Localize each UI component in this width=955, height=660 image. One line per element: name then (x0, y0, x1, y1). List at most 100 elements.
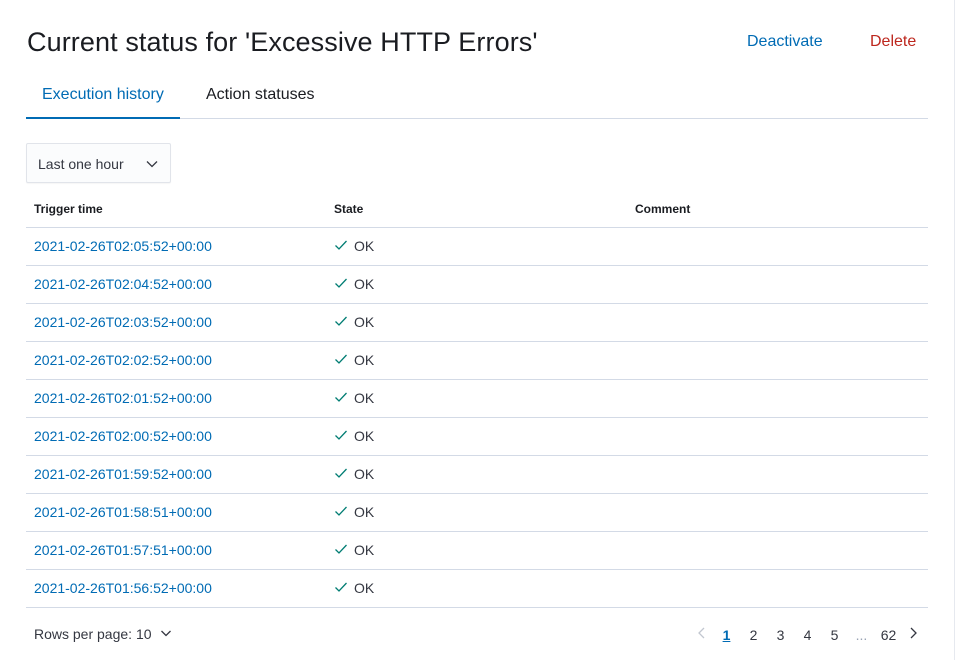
trigger-time-cell: 2021-02-26T02:03:52+00:00 (26, 303, 326, 342)
table-row: 2021-02-26T01:57:51+00:00 OK (26, 531, 928, 570)
table-header-row: Trigger time State Comment (26, 191, 928, 228)
pagination: 1 2 3 4 5... 62 (691, 626, 924, 643)
state-cell: OK (326, 341, 627, 380)
tab-bar: Execution history Action statuses (26, 76, 928, 119)
page-button-1[interactable]: 1 (713, 627, 740, 643)
flyout-panel: Current status for 'Excessive HTTP Error… (0, 0, 955, 660)
table-body: 2021-02-26T02:05:52+00:00 OK 2021-02-26T02… (26, 227, 928, 608)
state-cell: OK (326, 493, 627, 532)
state-label: OK (354, 580, 375, 596)
trigger-time-link[interactable]: 2021-02-26T02:05:52+00:00 (34, 238, 212, 254)
comment-cell (627, 303, 928, 342)
comment-cell (627, 531, 928, 570)
trigger-time-cell: 2021-02-26T01:57:51+00:00 (26, 531, 326, 570)
delete-button[interactable]: Delete (870, 33, 916, 51)
page-title: Current status for 'Excessive HTTP Error… (27, 27, 538, 57)
state-label: OK (354, 314, 375, 330)
comment-cell (627, 379, 928, 418)
check-icon (334, 504, 348, 520)
table-row: 2021-02-26T01:59:52+00:00 OK (26, 455, 928, 494)
deactivate-button[interactable]: Deactivate (747, 33, 823, 51)
check-icon (334, 352, 348, 368)
pagination-ellipsis: ... (855, 626, 868, 643)
tab-action-statuses[interactable]: Action statuses (190, 76, 331, 119)
trigger-time-link[interactable]: 2021-02-26T02:04:52+00:00 (34, 276, 212, 292)
trigger-time-link[interactable]: 2021-02-26T02:00:52+00:00 (34, 428, 212, 444)
state-cell: OK (326, 569, 627, 608)
table-footer: Rows per page: 10 1 2 3 4 5... 62 (26, 624, 928, 648)
comment-cell (627, 493, 928, 532)
trigger-time-link[interactable]: 2021-02-26T01:59:52+00:00 (34, 466, 212, 482)
execution-history-table: Trigger time State Comment 2021-02-26T02… (26, 191, 928, 608)
column-header-comment[interactable]: Comment (627, 191, 928, 228)
table-row: 2021-02-26T02:04:52+00:00 OK (26, 265, 928, 304)
rows-per-page-button[interactable]: Rows per page: 10 (34, 626, 172, 642)
trigger-time-link[interactable]: 2021-02-26T01:56:52+00:00 (34, 580, 212, 596)
check-icon (334, 390, 348, 406)
trigger-time-cell: 2021-02-26T02:00:52+00:00 (26, 417, 326, 456)
chevron-down-icon (145, 157, 159, 176)
state-cell: OK (326, 227, 627, 266)
check-icon (334, 428, 348, 444)
tab-execution-history[interactable]: Execution history (26, 76, 180, 119)
state-label: OK (354, 238, 375, 254)
trigger-time-cell: 2021-02-26T02:02:52+00:00 (26, 341, 326, 380)
trigger-time-link[interactable]: 2021-02-26T01:57:51+00:00 (34, 542, 212, 558)
page-button-5[interactable]: 5 (821, 627, 848, 643)
check-icon (334, 276, 348, 292)
table-row: 2021-02-26T02:03:52+00:00 OK (26, 303, 928, 342)
state-label: OK (354, 276, 375, 292)
state-label: OK (354, 352, 375, 368)
chevron-down-icon (160, 626, 172, 642)
column-header-trigger-time[interactable]: Trigger time (26, 191, 326, 228)
state-cell: OK (326, 379, 627, 418)
check-icon (334, 542, 348, 558)
comment-cell (627, 417, 928, 456)
rows-per-page-label: Rows per page: 10 (34, 626, 152, 642)
trigger-time-cell: 2021-02-26T01:59:52+00:00 (26, 455, 326, 494)
trigger-time-cell: 2021-02-26T02:01:52+00:00 (26, 379, 326, 418)
comment-cell (627, 341, 928, 380)
table-row: 2021-02-26T02:05:52+00:00 OK (26, 227, 928, 266)
table-row: 2021-02-26T02:01:52+00:00 OK (26, 379, 928, 418)
column-header-state[interactable]: State (326, 191, 627, 228)
state-label: OK (354, 428, 375, 444)
table-row: 2021-02-26T02:02:52+00:00 OK (26, 341, 928, 380)
comment-cell (627, 455, 928, 494)
page-button-2[interactable]: 2 (740, 627, 767, 643)
check-icon (334, 238, 348, 254)
state-label: OK (354, 390, 375, 406)
check-icon (334, 314, 348, 330)
trigger-time-cell: 2021-02-26T01:56:52+00:00 (26, 569, 326, 608)
comment-cell (627, 569, 928, 608)
state-cell: OK (326, 531, 627, 570)
page-button-3[interactable]: 3 (767, 627, 794, 643)
trigger-time-cell: 2021-02-26T02:04:52+00:00 (26, 265, 326, 304)
time-range-value: Last one hour (38, 156, 124, 172)
trigger-time-link[interactable]: 2021-02-26T02:02:52+00:00 (34, 352, 212, 368)
check-icon (334, 580, 348, 596)
trigger-time-link[interactable]: 2021-02-26T02:01:52+00:00 (34, 390, 212, 406)
state-cell: OK (326, 417, 627, 456)
check-icon (334, 466, 348, 482)
chevron-left-icon[interactable] (691, 626, 713, 643)
state-label: OK (354, 504, 375, 520)
table-row: 2021-02-26T02:00:52+00:00 OK (26, 417, 928, 456)
time-range-select[interactable]: Last one hour (26, 143, 171, 183)
page-button-62[interactable]: 62 (875, 627, 902, 643)
chevron-right-icon[interactable] (902, 626, 924, 643)
page-button-4[interactable]: 4 (794, 627, 821, 643)
state-label: OK (354, 466, 375, 482)
comment-cell (627, 227, 928, 266)
comment-cell (627, 265, 928, 304)
state-cell: OK (326, 455, 627, 494)
state-cell: OK (326, 265, 627, 304)
trigger-time-cell: 2021-02-26T01:58:51+00:00 (26, 493, 326, 532)
state-cell: OK (326, 303, 627, 342)
state-label: OK (354, 542, 375, 558)
trigger-time-link[interactable]: 2021-02-26T01:58:51+00:00 (34, 504, 212, 520)
trigger-time-cell: 2021-02-26T02:05:52+00:00 (26, 227, 326, 266)
table-row: 2021-02-26T01:58:51+00:00 OK (26, 493, 928, 532)
table-row: 2021-02-26T01:56:52+00:00 OK (26, 569, 928, 608)
trigger-time-link[interactable]: 2021-02-26T02:03:52+00:00 (34, 314, 212, 330)
